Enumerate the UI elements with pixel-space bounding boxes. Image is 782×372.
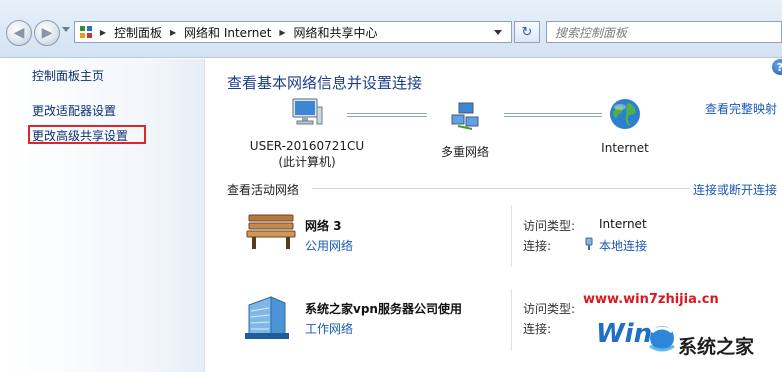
page-title: 查看基本网络信息并设置连接 <box>227 74 423 92</box>
chevron-right-icon[interactable]: ▶ <box>167 28 179 37</box>
control-panel-icon <box>75 22 97 42</box>
watermark-site-url: www.win7zhijia.cn <box>583 292 719 307</box>
computer-name-label: USER-20160721CU <box>249 139 365 153</box>
control-panel-home-link[interactable]: 控制面板主页 <box>32 67 104 84</box>
connections-label: 连接: <box>523 322 552 336</box>
access-type-value: Internet <box>599 217 647 231</box>
network-location-link[interactable]: 工作网络 <box>305 320 353 337</box>
recent-pages-dropdown[interactable] <box>62 27 70 32</box>
computer-sub-label: (此计算机) <box>278 155 336 169</box>
refresh-icon: ↻ <box>521 24 533 40</box>
search-input[interactable]: 搜索控制面板 <box>546 21 782 43</box>
chevron-right-icon[interactable]: ▶ <box>276 28 288 37</box>
connect-disconnect-link[interactable]: 连接或断开连接 <box>693 181 777 198</box>
back-button[interactable]: ◀ <box>6 20 32 46</box>
highlight-annotation-box <box>28 125 146 144</box>
main-content: ? 查看基本网络信息并设置连接 查看完整映射 USER-20160721CU (… <box>205 59 782 372</box>
multiple-networks-label: 多重网络 <box>440 145 489 159</box>
address-box[interactable]: ▶ 控制面板 ▶ 网络和 Internet ▶ 网络和共享中心 <box>74 21 512 43</box>
column-divider <box>511 205 512 267</box>
active-networks-heading: 查看活动网络 <box>227 183 300 197</box>
breadcrumb-network-sharing-center[interactable]: 网络和共享中心 <box>288 24 382 41</box>
address-dropdown-button[interactable] <box>489 21 507 43</box>
section-divider <box>312 188 690 189</box>
network-name: 系统之家vpn服务器公司使用 <box>305 302 462 316</box>
local-connection-link[interactable]: 本地连接 <box>599 237 647 254</box>
task-pane: 控制面板主页 更改适配器设置 更改高级共享设置 <box>0 59 205 372</box>
view-full-map-link[interactable]: 查看完整映射 <box>705 100 777 117</box>
forward-arrow-icon: ▶ <box>41 25 53 41</box>
map-node-internet[interactable]: Internet <box>583 97 667 155</box>
help-icon[interactable]: ? <box>772 59 782 75</box>
search-placeholder: 搜索控制面板 <box>555 25 628 40</box>
connections-label: 连接: <box>523 239 552 253</box>
bench-icon[interactable] <box>245 211 297 251</box>
svg-text:Win: Win <box>596 319 652 349</box>
access-type-label: 访问类型: <box>523 219 576 233</box>
map-node-multiple-networks[interactable]: 多重网络 <box>420 101 510 160</box>
back-arrow-icon: ◀ <box>13 25 25 41</box>
building-icon[interactable] <box>245 293 289 341</box>
internet-label: Internet <box>601 141 649 155</box>
watermark-logo: Win <box>596 319 675 352</box>
network-icon <box>450 101 480 131</box>
breadcrumb-network-internet[interactable]: 网络和 Internet <box>179 24 276 41</box>
change-adapter-settings-link[interactable]: 更改适配器设置 <box>32 102 116 119</box>
forward-button[interactable]: ▶ <box>34 20 60 46</box>
network-location-link[interactable]: 公用网络 <box>305 237 353 254</box>
access-type-label: 访问类型: <box>523 302 576 316</box>
computer-icon <box>290 97 324 129</box>
ethernet-plug-icon <box>585 237 593 250</box>
column-divider <box>511 289 512 351</box>
chevron-right-icon[interactable]: ▶ <box>97 28 109 37</box>
watermark-brand: 系统之家 <box>678 336 755 358</box>
address-toolbar: ◀ ▶ ▶ 控制面板 ▶ 网络和 Internet ▶ 网络和共享中心 ↻ 搜索… <box>0 0 782 58</box>
refresh-button[interactable]: ↻ <box>514 21 540 43</box>
breadcrumb-control-panel[interactable]: 控制面板 <box>109 24 167 41</box>
globe-icon <box>608 97 642 131</box>
network-name: 网络 3 <box>305 219 342 233</box>
map-node-computer[interactable]: USER-20160721CU (此计算机) <box>243 97 371 170</box>
